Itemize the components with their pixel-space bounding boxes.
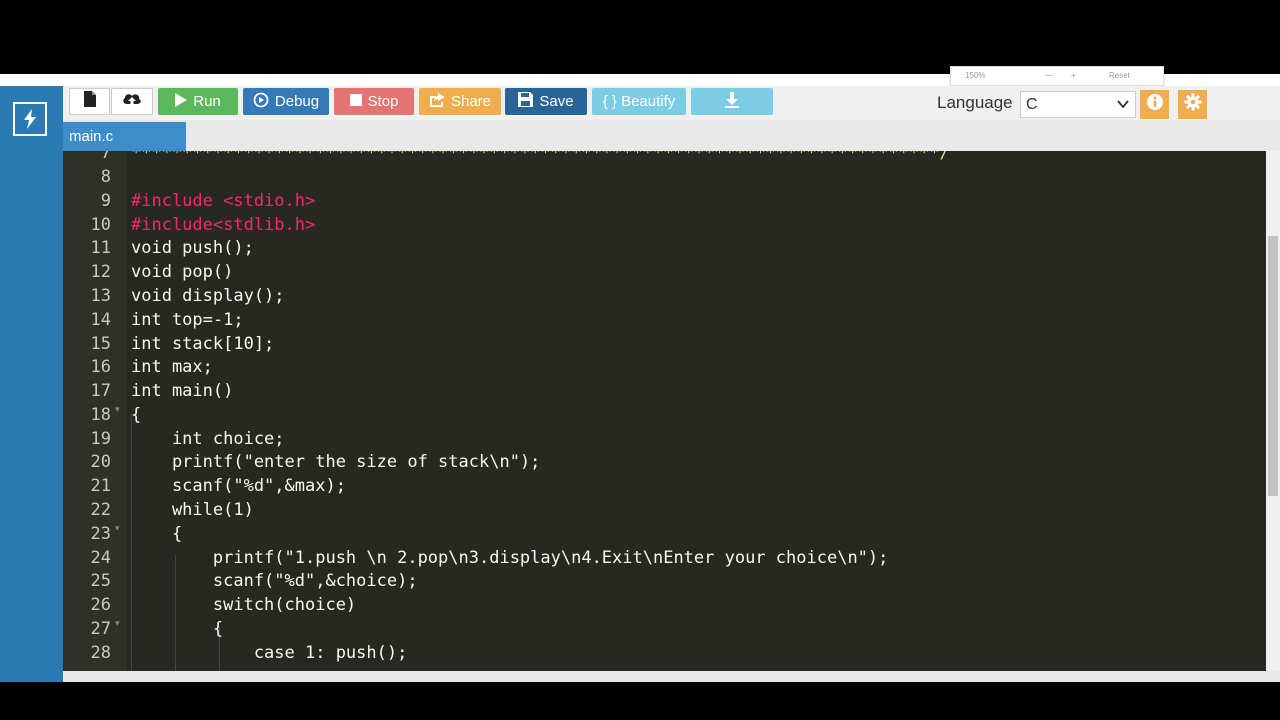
line-number: 27 xyxy=(90,619,111,639)
fold-toggle-icon[interactable]: ▾ xyxy=(115,523,120,534)
line-number: 26 xyxy=(90,595,111,615)
line-number: 14 xyxy=(90,310,111,330)
gear-icon xyxy=(1184,93,1202,116)
onlinegdb-logo-icon[interactable] xyxy=(13,102,47,136)
code-line: #include <stdio.h> xyxy=(131,191,316,211)
info-button[interactable] xyxy=(1140,90,1169,119)
code-line: int max; xyxy=(131,357,213,377)
line-number: 11 xyxy=(90,238,111,258)
line-number: 15 xyxy=(90,334,111,354)
line-number: 28 xyxy=(90,643,111,663)
debug-button[interactable]: Debug xyxy=(243,88,329,115)
file-tabbar: main.c xyxy=(63,120,1280,151)
save-button[interactable]: Save xyxy=(505,88,587,115)
run-label: Run xyxy=(193,93,221,110)
code-line: int top=-1; xyxy=(131,310,244,330)
code-line: { xyxy=(131,405,142,425)
download-icon xyxy=(725,91,739,112)
line-number: 22 xyxy=(90,500,111,520)
code-line: scanf("%d",&choice); xyxy=(131,571,418,591)
stop-icon xyxy=(349,93,362,110)
code-line: { xyxy=(131,524,183,544)
code-line: int choice; xyxy=(131,429,285,449)
upload-button[interactable] xyxy=(111,88,153,115)
code-line: printf("enter the size of stack\n"); xyxy=(131,452,541,472)
code-line: ****************************************… xyxy=(131,151,950,163)
code-line: while(1) xyxy=(131,500,254,520)
fold-toggle-icon[interactable]: ▾ xyxy=(115,404,120,415)
toolbar: Run Debug Stop Share Save {} Beautify L… xyxy=(63,86,1280,121)
line-number: 17 xyxy=(90,381,111,401)
settings-button[interactable] xyxy=(1178,90,1207,119)
line-number: 8 xyxy=(100,167,111,187)
share-button[interactable]: Share xyxy=(419,88,501,115)
line-number: 18 xyxy=(90,405,111,425)
fold-toggle-icon[interactable]: ▾ xyxy=(115,618,120,629)
upload-icon xyxy=(122,91,142,112)
line-number: 13 xyxy=(90,286,111,306)
code-line: #include<stdlib.h> xyxy=(131,215,316,235)
chevron-down-icon xyxy=(1117,97,1129,115)
code-line: int main() xyxy=(131,381,234,401)
code-line: switch(choice) xyxy=(131,595,357,615)
zoom-plus[interactable]: + xyxy=(1071,71,1076,80)
code-line: { xyxy=(131,619,224,639)
line-number: 7 xyxy=(100,151,111,163)
zoom-reset-button[interactable]: Reset xyxy=(1109,71,1130,80)
code-line: int stack[10]; xyxy=(131,334,275,354)
line-number: 10 xyxy=(90,215,111,235)
language-label: Language xyxy=(937,93,1013,112)
code-editor[interactable]: 7 8 9 10 11 12 13 14 15 16 17 18 19 20 2… xyxy=(63,151,1280,671)
line-number: 21 xyxy=(90,476,111,496)
stop-label: Stop xyxy=(367,93,399,110)
share-icon xyxy=(429,92,445,111)
zoom-minus[interactable]: — xyxy=(1045,71,1053,80)
debug-icon xyxy=(253,92,269,112)
scrollbar-thumb[interactable] xyxy=(1268,236,1278,496)
beautify-button[interactable]: { } Beautify xyxy=(592,88,686,115)
line-number: 19 xyxy=(90,429,111,449)
line-number: 12 xyxy=(90,262,111,282)
file-icon xyxy=(83,91,97,112)
vertical-scrollbar[interactable] xyxy=(1266,151,1280,671)
save-label: Save xyxy=(539,93,574,110)
line-number: 16 xyxy=(90,357,111,377)
stop-button[interactable]: Stop xyxy=(334,88,414,115)
line-number: 25 xyxy=(90,571,111,591)
code-line: void pop() xyxy=(131,262,234,282)
code-line: void display(); xyxy=(131,286,285,306)
beautify-label: { } Beautify xyxy=(602,93,676,110)
code-line: case 1: push(); xyxy=(131,643,408,663)
run-button[interactable]: Run xyxy=(158,88,238,115)
line-number: 24 xyxy=(90,548,111,568)
zoom-popup: 150% — + Reset xyxy=(950,66,1164,86)
tab-main-c[interactable]: main.c xyxy=(63,122,186,151)
code-line: void push(); xyxy=(131,238,254,258)
horizontal-scrollbar[interactable] xyxy=(63,671,1280,682)
line-number: 9 xyxy=(100,191,111,211)
sidebar xyxy=(0,86,63,682)
language-value: C xyxy=(1026,95,1038,113)
line-number: 20 xyxy=(90,452,111,472)
info-icon xyxy=(1146,93,1164,116)
download-button[interactable] xyxy=(691,88,773,115)
floppy-icon xyxy=(518,92,534,111)
play-icon xyxy=(175,92,188,111)
line-number: 23 xyxy=(90,524,111,544)
zoom-level: 150% xyxy=(965,71,986,80)
code-line: scanf("%d",&max); xyxy=(131,476,346,496)
language-select[interactable]: C xyxy=(1020,91,1136,118)
debug-label: Debug xyxy=(274,93,320,110)
code-line: printf("1.push \n 2.pop\n3.display\n4.Ex… xyxy=(131,548,889,568)
new-file-button[interactable] xyxy=(69,88,110,115)
ide-window: 150% — + Reset Run Debug Stop Share Save… xyxy=(0,66,1280,682)
share-label: Share xyxy=(450,93,492,110)
